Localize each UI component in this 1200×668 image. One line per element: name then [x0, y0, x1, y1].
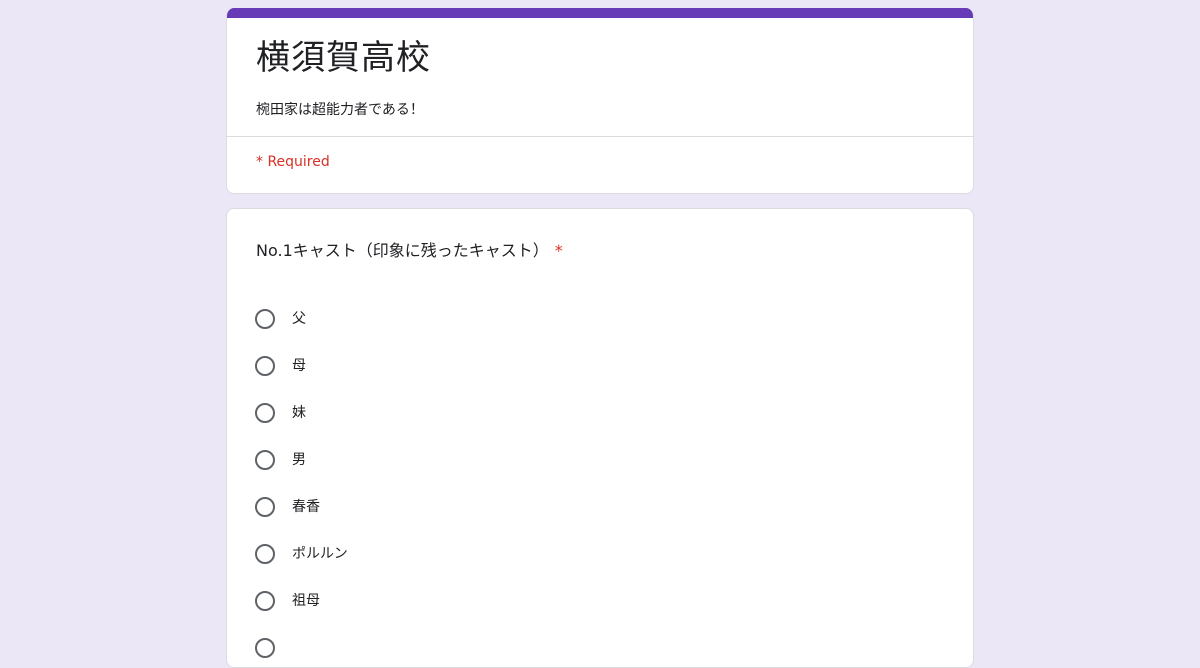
radio-button[interactable]	[255, 590, 275, 611]
radio-options-list: 父 母 妹 男 春香 ポルルン 祖母	[255, 295, 348, 667]
radio-option[interactable]: 母	[255, 342, 348, 389]
radio-option-label: 春香	[292, 498, 320, 515]
header-divider	[227, 136, 973, 137]
radio-button[interactable]	[255, 355, 275, 376]
radio-option-label: ポルルン	[292, 545, 348, 562]
radio-option[interactable]: 妹	[255, 389, 348, 436]
radio-button[interactable]	[255, 308, 275, 329]
radio-option[interactable]: ポルルン	[255, 530, 348, 577]
form-title: 横須賀高校	[256, 38, 431, 78]
radio-button[interactable]	[255, 496, 275, 517]
radio-button[interactable]	[255, 637, 275, 658]
radio-option[interactable]: 春香	[255, 483, 348, 530]
header-accent-stripe	[227, 8, 973, 18]
radio-option-label: 祖母	[292, 592, 320, 609]
form-header-card: 横須賀高校 椀田家は超能力者である！ * Required	[226, 8, 974, 194]
required-note: * Required	[256, 154, 330, 170]
question-title-text: No.1キャスト（印象に残ったキャスト）	[256, 241, 549, 260]
radio-option[interactable]: 祖母	[255, 577, 348, 624]
radio-option-label: 男	[292, 451, 306, 468]
question-title: No.1キャスト（印象に残ったキャスト） *	[256, 239, 563, 263]
radio-button[interactable]	[255, 543, 275, 564]
required-asterisk: *	[554, 241, 563, 260]
radio-option[interactable]: 父	[255, 295, 348, 342]
radio-button[interactable]	[255, 402, 275, 423]
radio-option[interactable]	[255, 624, 348, 667]
form-container: 横須賀高校 椀田家は超能力者である！ * Required No.1キャスト（印…	[226, 8, 974, 668]
radio-option-label: 妹	[292, 404, 306, 421]
radio-button[interactable]	[255, 449, 275, 470]
question-card: No.1キャスト（印象に残ったキャスト） * 父 母 妹 男 春香 ポルルン 祖…	[226, 208, 974, 668]
radio-option-label: 父	[292, 310, 306, 327]
form-description: 椀田家は超能力者である！	[256, 102, 424, 118]
radio-option[interactable]: 男	[255, 436, 348, 483]
radio-option-label: 母	[292, 357, 306, 374]
